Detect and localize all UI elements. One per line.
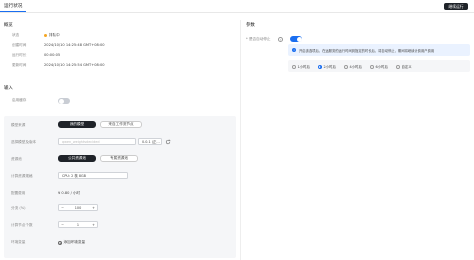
section-params-title: 参数 [246,23,255,28]
duration-option-custom[interactable]: 自定义 [396,64,412,69]
minus-icon[interactable]: − [59,206,66,210]
radio-selected-icon [318,64,322,69]
minus-icon[interactable]: − [59,223,66,227]
cost-label: 配置费用 [11,191,26,195]
status-value: 排队中 [44,33,60,38]
updated-value: 2024/10/10 14:25:54 GMT+08:00 [44,63,105,67]
duration-option-4h[interactable]: 4小时后 [344,64,362,69]
enable-cache-toggle[interactable] [58,98,70,104]
column-divider [240,20,241,260]
info-text: 开启该选项后，在运服务的运行时间到指定的时长后，将自动停止，期间将继续计费用户费… [299,49,435,53]
radio-icon [370,64,374,69]
nodes-stepper[interactable]: − 1 + [58,221,98,228]
duration-option-2h[interactable]: 2小时后 [318,64,336,69]
spec-label: 计算资源规格 [11,174,33,178]
status-dot-icon [44,33,47,37]
info-banner: i 开启该选项后，在运服务的运行时间到指定的时长后，将自动停止，期间将继续计费用… [288,44,470,56]
model-source-label: 模型来源 [11,123,26,127]
duration-value: 00:00:05 [44,53,61,57]
model-select-label: 选择模型及版本 [11,140,37,144]
duration-options: 1小时后 2小时后 4小时后 6小时后 自定义 [288,60,470,72]
auto-stop-label: * 是否自动停止 [246,37,271,41]
radio-icon [396,64,400,69]
option-label: 6小时后 [375,65,388,69]
duration-option-6h[interactable]: 6小时后 [370,64,388,69]
weight-label: 分流 (%) [11,206,26,210]
created-value: 2024/10/10 14:25:48 GMT+08:00 [44,43,105,47]
option-label: 1小时后 [297,65,310,69]
radio-icon [344,64,348,69]
status-label: 状态 [12,33,20,37]
duration-option-1h[interactable]: 1小时后 [292,64,310,69]
weight-stepper[interactable]: − 100 + [58,204,98,211]
env-label: 环境变量 [11,240,26,244]
add-env-button[interactable]: + 添加环境变量 [58,240,85,245]
plus-icon[interactable]: + [90,223,97,227]
nodes-label: 计算节点个数 [11,223,33,227]
auto-stop-toggle[interactable] [290,36,302,42]
version-select-dropdown[interactable]: 0.0.1 (正... [138,138,162,145]
section-input-title: 输入 [4,86,13,91]
spec-select-dropdown[interactable]: CPU: 2 核 8GB [58,172,128,179]
resource-pool-label: 资源池 [11,157,22,161]
section-overview-title: 概览 [4,23,13,28]
created-label: 创建时间 [12,43,27,47]
cost-value: ¥ 0.80 / 小时 [58,191,81,195]
option-label: 4小时后 [349,65,362,69]
plus-circle-icon: + [58,240,62,245]
status-text: 排队中 [49,33,60,37]
enable-cache-label: 启用缓存 [12,98,27,102]
option-label: 自定义 [401,65,412,69]
resource-public-pool[interactable]: 公共资源池 [58,155,96,162]
add-env-label: 添加环境变量 [63,240,86,244]
option-label: 2小时后 [323,65,336,69]
model-select-dropdown[interactable]: qwen_weightsdecided [58,138,136,145]
tab-run-status-label: 运行状况 [4,3,23,9]
header-divider [0,12,474,13]
continue-run-button[interactable]: 继续运行 [444,3,468,10]
toggle-knob [58,98,64,104]
toggle-knob [296,36,302,42]
duration-label: 运行时长 [12,53,27,57]
model-source-my-models[interactable]: 我的模型 [58,121,96,128]
plus-icon[interactable]: + [90,206,97,210]
resource-dedicated-pool[interactable]: 专属资源池 [100,155,138,162]
updated-label: 更新时间 [12,63,27,67]
nodes-value[interactable]: 1 [66,223,90,227]
radio-icon [292,64,296,69]
tab-run-status[interactable]: 运行状况 [0,0,27,12]
weight-value[interactable]: 100 [66,206,90,210]
info-icon: i [292,48,296,52]
refresh-icon[interactable] [165,139,171,145]
model-source-workflow-node[interactable]: 来自工作流节点 [100,121,142,128]
help-icon[interactable]: ? [278,36,283,42]
